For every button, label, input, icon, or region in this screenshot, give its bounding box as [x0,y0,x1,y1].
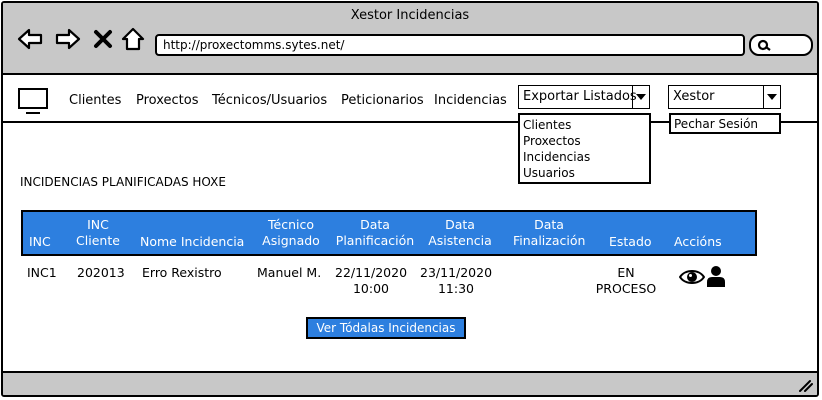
export-option-proxectos[interactable]: Proxectos [520,133,649,149]
col-header-tecnico-line2: Asignado [262,233,320,248]
menu-peticionarios[interactable]: Peticionarios [341,93,424,108]
home-icon[interactable] [120,27,146,51]
cell-planificacion: 22/11/2020 10:00 [335,265,407,297]
col-header-finalizacion-line1: Data [534,217,564,232]
user-menu-label: Xestor [673,89,715,104]
col-header-planificacion-line2: Planificación [335,233,415,248]
user-menu-select[interactable]: Xestor [668,85,781,109]
chevron-down-icon[interactable] [632,86,649,108]
col-header-asistencia-line2: Asistencia [428,233,492,248]
col-header-inc: INC [29,234,51,249]
col-header-finalizacion: Data Finalización [513,217,585,249]
menu-proxectos[interactable]: Proxectos [136,93,199,108]
browser-window: Xestor Incidencias http://proxectomms.sy… [1,1,819,397]
cell-tecnico: Manuel M. [257,265,322,280]
col-header-inc-cliente-line2: Cliente [76,233,120,248]
cell-asistencia: 23/11/2020 11:30 [420,265,492,297]
section-title: INCIDENCIAS PLANIFICADAS HOXE [20,175,226,189]
export-option-incidencias[interactable]: Incidencias [520,149,649,165]
cell-planificacion-time: 10:00 [352,281,390,296]
col-header-accions: Accións [674,234,722,249]
table-header: INC INC Cliente Nome Incidencia Técnico … [21,210,757,256]
eye-icon[interactable] [679,268,705,286]
chevron-down-icon[interactable] [763,86,780,108]
cell-asistencia-time: 11:30 [437,281,475,296]
browser-status-bar [3,371,817,395]
address-bar[interactable]: http://proxectomms.sytes.net/ [155,34,745,56]
view-all-incidents-button[interactable]: Ver Tódalas Incidencias [306,317,466,339]
cell-estado-line2: PROCESO [595,281,657,296]
col-header-inc-cliente: INC Cliente [75,217,121,249]
user-icon[interactable] [707,265,725,287]
export-option-usuarios[interactable]: Usuarios [520,165,649,181]
cell-planificacion-date: 22/11/2020 [335,265,408,280]
forward-arrow-icon[interactable] [55,27,81,51]
cell-asistencia-date: 23/11/2020 [420,265,493,280]
browser-titlebar: Xestor Incidencias http://proxectomms.sy… [3,3,817,75]
export-option-clientes[interactable]: Clientes [520,117,649,133]
menu-clientes[interactable]: Clientes [69,93,121,108]
col-header-tecnico-line1: Técnico [268,217,314,232]
menu-incidencias[interactable]: Incidencias [434,93,507,108]
close-icon[interactable] [93,27,113,51]
col-header-finalizacion-line2: Finalización [513,233,586,248]
col-header-estado: Estado [609,234,652,249]
export-lists-label: Exportar Listados [523,89,637,104]
window-title: Xestor Incidencias [350,8,470,23]
export-lists-dropdown: Clientes Proxectos Incidencias Usuarios [518,113,651,184]
cell-inc-cliente: 202013 [77,265,125,280]
cell-nome: Erro Rexistro [142,265,222,280]
col-header-asistencia: Data Asistencia [427,217,493,249]
col-header-nome: Nome Incidencia [140,234,245,249]
search-icon [757,39,771,51]
cell-estado: EN PROCESO [594,265,658,297]
back-arrow-icon[interactable] [17,27,43,51]
logout-option[interactable]: Pechar Sesión [671,116,779,132]
menu-tecnicos-usuarios[interactable]: Técnicos/Usuarios [212,93,327,108]
col-header-inc-cliente-line1: INC [87,217,109,232]
resize-grip-icon[interactable] [797,378,813,392]
export-lists-select[interactable]: Exportar Listados [518,85,650,109]
col-header-asistencia-line1: Data [445,217,475,232]
cell-estado-line1: EN [617,265,635,280]
col-header-planificacion: Data Planificación [335,217,415,249]
browser-search-box[interactable] [749,34,813,56]
monitor-icon [18,88,48,114]
cell-inc: INC1 [27,265,57,280]
col-header-tecnico: Técnico Asignado [259,217,323,249]
col-header-planificacion-line1: Data [360,217,390,232]
user-menu-dropdown: Pechar Sesión [669,113,781,134]
